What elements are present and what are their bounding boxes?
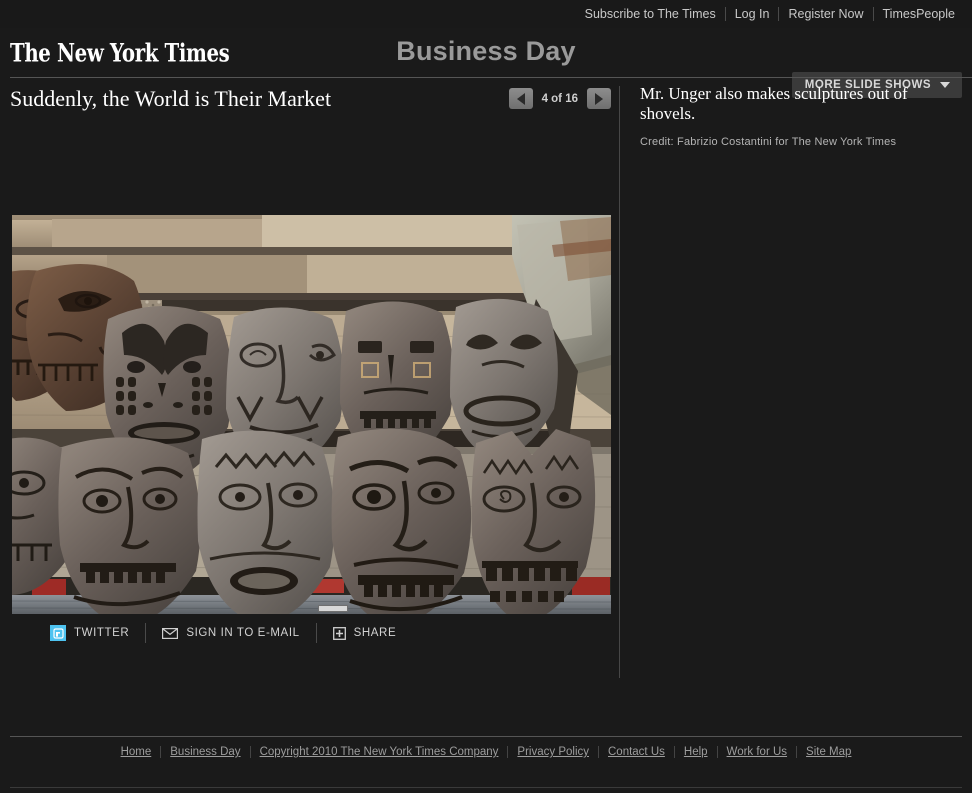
masthead: The New York Times Business Day MORE SLI…	[0, 28, 972, 78]
twitter-icon	[50, 625, 66, 641]
footer-link-work-for-us[interactable]: Work for Us	[718, 746, 798, 758]
prev-slide-button[interactable]	[509, 88, 533, 109]
footer-link-business-day[interactable]: Business Day	[161, 746, 250, 758]
top-utility-bar: Subscribe to The Times Log In Register N…	[0, 0, 972, 28]
share-twitter-button[interactable]: TWITTER	[50, 623, 146, 643]
share-email-button[interactable]: SIGN IN TO E-MAIL	[146, 623, 316, 643]
top-nav-log-in[interactable]: Log In	[726, 7, 780, 21]
footer-divider	[10, 736, 962, 737]
footer-link-privacy-policy[interactable]: Privacy Policy	[508, 746, 599, 758]
footer: Home Business Day Copyright 2010 The New…	[0, 705, 972, 793]
share-bar: TWITTER SIGN IN TO E-MAIL	[50, 623, 412, 643]
top-nav-register-now[interactable]: Register Now	[779, 7, 873, 21]
envelope-icon	[162, 628, 178, 639]
top-nav-timespeople[interactable]: TimesPeople	[874, 7, 965, 21]
footer-bottom-divider	[10, 787, 962, 788]
page-title: Business Day	[0, 36, 972, 67]
arrow-left-icon	[517, 93, 525, 105]
plus-box-icon	[333, 627, 346, 640]
slide-photo[interactable]	[12, 215, 611, 614]
share-twitter-label: TWITTER	[74, 627, 129, 639]
footer-link-site-map[interactable]: Site Map	[797, 746, 860, 758]
headline-row: Suddenly, the World is Their Market 4 of…	[0, 86, 619, 120]
slideshow-column: Suddenly, the World is Their Market 4 of…	[0, 78, 619, 705]
column-divider	[619, 86, 620, 678]
slide-credit: Credit: Fabrizio Costantini for The New …	[640, 136, 960, 148]
footer-links: Home Business Day Copyright 2010 The New…	[0, 746, 972, 758]
slideshow-progress-indicator[interactable]	[318, 605, 348, 612]
arrow-right-icon	[595, 93, 603, 105]
main-content: Suddenly, the World is Their Market 4 of…	[0, 78, 972, 705]
footer-link-help[interactable]: Help	[675, 746, 718, 758]
next-slide-button[interactable]	[587, 88, 611, 109]
slide-caption: Mr. Unger also makes sculptures out of s…	[640, 84, 960, 124]
share-more-label: SHARE	[354, 627, 397, 639]
slide-counter: 4 of 16	[542, 93, 578, 105]
slideshow-pager: 4 of 16	[509, 88, 611, 109]
footer-link-copyright[interactable]: Copyright 2010 The New York Times Compan…	[251, 746, 509, 758]
share-more-button[interactable]: SHARE	[317, 623, 413, 643]
caption-column: Mr. Unger also makes sculptures out of s…	[640, 78, 960, 148]
footer-link-contact-us[interactable]: Contact Us	[599, 746, 675, 758]
slideshow-headline[interactable]: Suddenly, the World is Their Market	[10, 86, 331, 112]
share-email-label: SIGN IN TO E-MAIL	[186, 627, 299, 639]
footer-link-home[interactable]: Home	[112, 746, 162, 758]
top-nav-subscribe[interactable]: Subscribe to The Times	[576, 7, 726, 21]
